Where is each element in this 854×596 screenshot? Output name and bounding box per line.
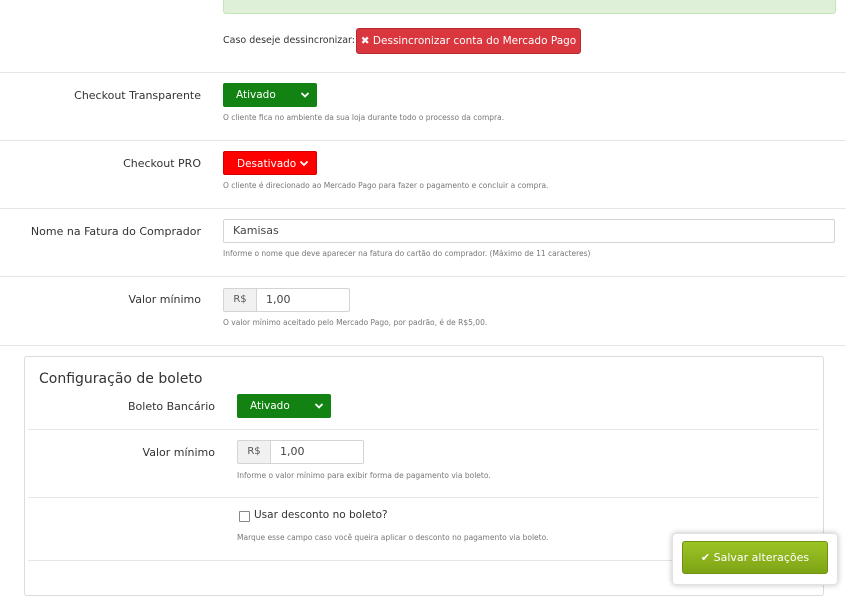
valor-minimo-input[interactable]: 1,00 [256,288,350,312]
divider [0,345,846,346]
divider [0,208,846,209]
chevron-down-icon [300,92,310,98]
save-button-label: Salvar alterações [713,551,810,564]
desconto-label: Usar desconto no boleto? [254,509,388,521]
boleto-bancario-label: Boleto Bancário [128,400,215,413]
nome-fatura-label: Nome na Fatura do Comprador [30,225,201,238]
chevron-down-icon [299,160,309,167]
boleto-valor-label: Valor mínimo [142,446,215,459]
divider [0,140,846,141]
valor-minimo-label: Valor mínimo [128,293,201,306]
currency-addon: R$ [223,288,256,312]
checkout-pro-help: O cliente é direcionado ao Mercado Pago … [223,181,549,190]
unsync-button-label: Dessincronizar conta do Mercado Pago [372,35,577,47]
chevron-down-icon [314,403,324,409]
nome-fatura-help: Informe o nome que deve aparecer na fatu… [223,249,591,258]
desconto-help: Marque esse campo caso você queira aplic… [237,533,549,542]
nome-fatura-input[interactable]: Kamisas [223,219,835,243]
checkout-pro-select[interactable]: Desativado [223,151,317,175]
checkout-pro-value: Desativado [237,158,297,170]
checkout-transparente-help: O cliente fica no ambiente da sua loja d… [223,113,505,122]
boleto-bancario-value: Ativado [250,400,290,412]
check-icon: ✔ [700,551,711,564]
success-banner [223,0,836,14]
checkout-transparente-label: Checkout Transparente [74,89,201,102]
boleto-currency-addon: R$ [237,440,270,464]
divider [0,72,846,73]
boleto-valor-help: Informe o valor mínimo para exibir forma… [237,471,491,480]
divider [28,429,819,430]
checkout-transparente-select[interactable]: Ativado [223,83,317,107]
close-icon: ✖ [360,35,370,47]
save-button[interactable]: ✔ Salvar alterações [682,541,828,574]
boleto-panel-title: Configuração de boleto [39,371,203,387]
divider [0,276,846,277]
boleto-valor-input[interactable]: 1,00 [270,440,364,464]
divider [28,497,819,498]
checkout-pro-label: Checkout PRO [123,157,201,170]
unsync-button[interactable]: ✖ Dessincronizar conta do Mercado Pago [356,28,581,54]
boleto-bancario-select[interactable]: Ativado [237,394,331,418]
checkout-transparente-value: Ativado [236,89,276,101]
desconto-checkbox[interactable] [239,511,250,522]
unsync-label: Caso deseje dessincronizar: [223,35,355,46]
valor-minimo-help: O valor mínimo aceitado pelo Mercado Pag… [223,318,488,327]
